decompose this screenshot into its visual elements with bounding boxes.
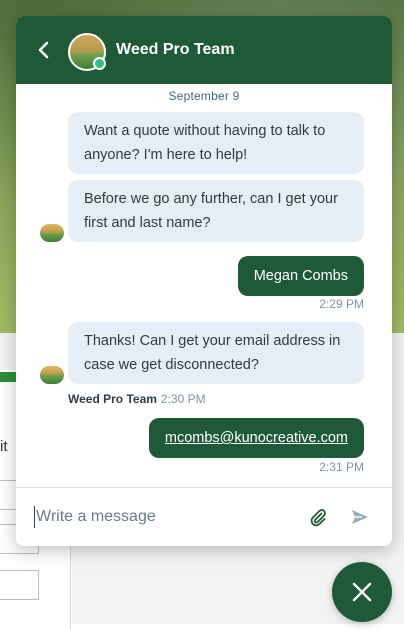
chevron-left-icon (38, 41, 49, 59)
agent-avatar (40, 224, 64, 242)
send-button[interactable] (350, 507, 370, 527)
send-icon (352, 510, 368, 524)
visitor-message: Megan Combs (237, 256, 364, 296)
attach-button[interactable] (308, 507, 328, 527)
message-timestamp: 2:31 PM (319, 460, 364, 474)
background-form-accent (0, 372, 16, 382)
message-input[interactable] (34, 506, 286, 528)
agent-message: Thanks! Can I get your email address in … (68, 322, 364, 384)
chat-header: Weed Pro Team (16, 16, 392, 84)
close-icon (352, 582, 372, 602)
back-button[interactable] (32, 38, 56, 62)
message-composer (16, 487, 392, 546)
online-status-dot (93, 57, 106, 70)
chat-title: Weed Pro Team (116, 41, 235, 58)
chat-widget: Weed Pro Team September 9 Want a quote w… (16, 16, 392, 546)
message-timestamp: 2:29 PM (319, 297, 364, 311)
agent-name: Weed Pro Team (68, 392, 157, 406)
paperclip-icon (310, 509, 326, 527)
chat-close-button[interactable] (332, 562, 392, 622)
background-form-field (0, 570, 39, 600)
agent-avatar (40, 366, 64, 384)
agent-meta: Weed Pro Team 2:30 PM (68, 392, 206, 406)
agent-message: Want a quote without having to talk to a… (68, 112, 364, 174)
agent-message: Before we go any further, can I get your… (68, 180, 364, 242)
background-form-text: it (0, 438, 8, 455)
message-timestamp: 2:30 PM (160, 392, 206, 406)
date-divider: September 9 (168, 89, 240, 103)
message-list: September 9 Want a quote without having … (16, 84, 392, 486)
visitor-email-link[interactable]: mcombs@kunocreative.com (148, 418, 364, 458)
